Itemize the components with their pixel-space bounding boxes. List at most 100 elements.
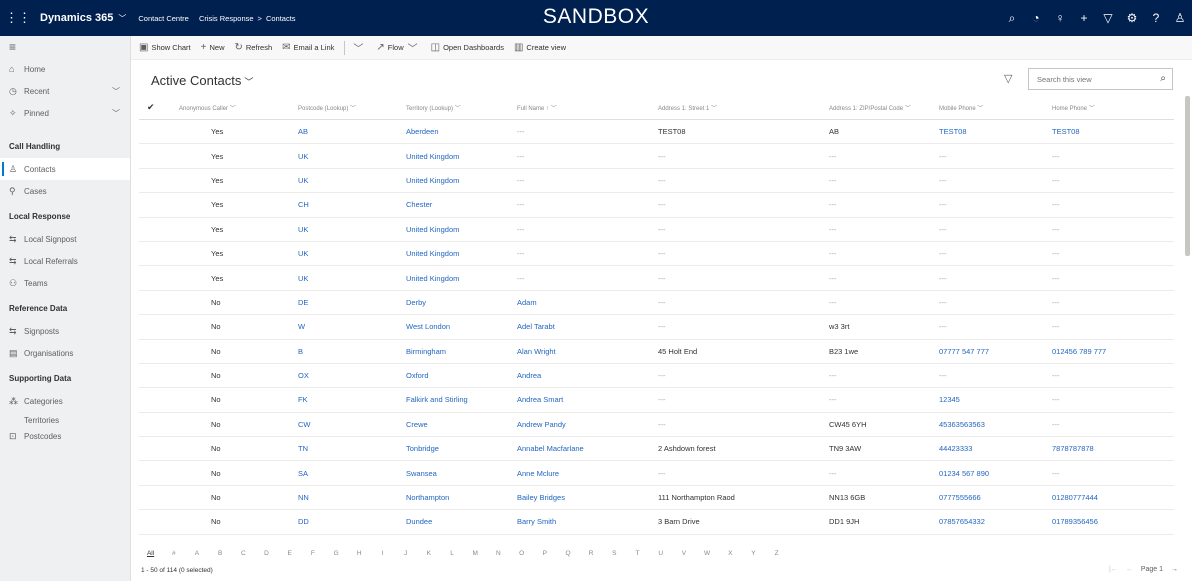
alphabet-letter[interactable]: T (626, 550, 649, 557)
alphabet-letter[interactable]: D (255, 550, 278, 557)
table-cell[interactable]: 012456 789 777 (1048, 347, 1174, 356)
search-icon[interactable]: ⌕ (1000, 11, 1024, 26)
table-row[interactable]: No OX Oxford Andrea --- --- --- --- (139, 364, 1174, 389)
table-cell[interactable]: CH (294, 200, 402, 209)
table-row[interactable]: No W West London Adel Tarabt --- w3 3rt --- --- (139, 315, 1174, 340)
alphabet-letter[interactable]: O (510, 550, 533, 557)
table-row[interactable]: Yes UK United Kingdom --- --- --- --- --- (139, 169, 1174, 194)
table-cell[interactable]: United Kingdom (402, 249, 513, 258)
alphabet-letter[interactable]: U (649, 550, 672, 557)
alphabet-letter[interactable]: W (696, 550, 719, 557)
table-cell[interactable]: 44423333 (935, 444, 1048, 453)
view-selector[interactable]: Active Contacts ﹀ (151, 73, 253, 88)
table-row[interactable]: Yes UK United Kingdom --- --- --- --- --- (139, 266, 1174, 291)
table-cell[interactable]: Adam (513, 298, 654, 307)
alphabet-letter[interactable]: S (603, 550, 626, 557)
alphabet-letter[interactable]: B (209, 550, 232, 557)
table-cell[interactable]: United Kingdom (402, 274, 513, 283)
table-cell[interactable]: Aberdeen (402, 127, 513, 136)
table-cell[interactable]: TN (294, 444, 402, 453)
more-email-chevron[interactable]: ﹀ (353, 40, 366, 55)
sidebar-item-contacts[interactable]: ♙ Contacts (0, 158, 130, 180)
alphabet-letter[interactable]: J (394, 550, 417, 557)
next-page-icon[interactable]: → (1171, 566, 1178, 573)
table-cell[interactable]: CW (294, 420, 402, 429)
table-cell[interactable]: Northampton (402, 493, 513, 502)
table-cell[interactable]: 12345 (935, 395, 1048, 404)
table-cell[interactable]: Dundee (402, 517, 513, 526)
app-launcher-icon[interactable]: ⋮⋮ (0, 0, 36, 36)
sidebar-item-cases[interactable]: ⚲ Cases (0, 180, 130, 202)
table-cell[interactable]: UK (294, 249, 402, 258)
table-cell[interactable]: Swansea (402, 469, 513, 478)
sidebar-item-home[interactable]: ⌂ Home (0, 58, 130, 80)
table-cell[interactable]: United Kingdom (402, 176, 513, 185)
table-cell[interactable]: Andrea Smart (513, 395, 654, 404)
filter-icon[interactable]: ▽ (1004, 72, 1012, 85)
sidebar-item-signposts[interactable]: ⇆ Signposts (0, 320, 130, 342)
sidebar-item-teams[interactable]: ⚇ Teams (0, 272, 130, 294)
table-cell[interactable]: United Kingdom (402, 152, 513, 161)
table-cell[interactable]: Bailey Bridges (513, 493, 654, 502)
table-cell[interactable]: United Kingdom (402, 225, 513, 234)
alphabet-letter[interactable]: M (464, 550, 487, 557)
open-dashboards-button[interactable]: ◫ Open Dashboards (431, 42, 504, 53)
table-cell[interactable]: TEST08 (935, 127, 1048, 136)
table-cell[interactable]: Alan Wright (513, 347, 654, 356)
table-row[interactable]: Yes AB Aberdeen --- TEST08 AB TEST08 TEST08 (139, 120, 1174, 145)
email-link-button[interactable]: ✉ Email a Link (282, 42, 334, 53)
vertical-scrollbar[interactable] (1185, 96, 1190, 256)
table-cell[interactable]: Anne Mclure (513, 469, 654, 478)
table-row[interactable]: No TN Tonbridge Annabel Macfarlane 2 Ashdown… (139, 437, 1174, 462)
table-cell[interactable]: Andrew Pandy (513, 420, 654, 429)
alphabet-letter[interactable]: All (139, 550, 162, 557)
show-chart-button[interactable]: ▣ Show Chart (139, 42, 191, 53)
search-box[interactable]: ⌕ (1028, 68, 1173, 90)
table-cell[interactable]: 0777555666 (935, 493, 1048, 502)
chevron-down-icon[interactable]: ﹀ (112, 86, 120, 97)
table-cell[interactable]: 07857654332 (935, 517, 1048, 526)
table-cell[interactable]: B (294, 347, 402, 356)
create-view-button[interactable]: ▥ Create view (514, 42, 566, 53)
breadcrumb-area[interactable]: Crisis Response (199, 14, 254, 23)
table-cell[interactable]: UK (294, 176, 402, 185)
column-header[interactable]: Address 1: Street 1 ﹀ (654, 103, 825, 112)
sidebar-item-local-signpost[interactable]: ⇆ Local Signpost (0, 228, 130, 250)
column-header[interactable]: Territory (Lookup) ﹀ (402, 103, 513, 112)
table-row[interactable]: No B Birmingham Alan Wright 45 Holt End B23 1… (139, 340, 1174, 364)
filter-icon[interactable]: ▽ (1096, 11, 1120, 25)
refresh-button[interactable]: ↻ Refresh (235, 42, 273, 53)
chevron-down-icon[interactable]: ﹀ (112, 108, 120, 119)
table-cell[interactable]: DE (294, 298, 402, 307)
column-header[interactable]: Home Phone ﹀ (1048, 103, 1174, 112)
flow-button[interactable]: ↗ Flow ﹀ (376, 40, 420, 55)
help-icon[interactable]: ? (1144, 11, 1168, 25)
table-row[interactable]: No CW Crewe Andrew Pandy --- CW45 6YH 45363563… (139, 413, 1174, 438)
table-cell[interactable]: UK (294, 152, 402, 161)
table-row[interactable]: Yes CH Chester --- --- --- --- --- (139, 193, 1174, 218)
table-cell[interactable]: Falkirk and Stirling (402, 395, 513, 404)
table-row[interactable]: Yes UK United Kingdom --- --- --- --- --- (139, 218, 1174, 242)
hamburger-menu-icon[interactable]: ≡ (0, 36, 130, 58)
alphabet-letter[interactable]: F (301, 550, 324, 557)
sidebar-item-local-referrals[interactable]: ⇆ Local Referrals (0, 250, 130, 272)
app-name[interactable]: Dynamics 365 (40, 12, 113, 24)
column-header[interactable]: Postcode (Lookup) ﹀ (294, 103, 402, 112)
search-icon[interactable]: ⌕ (1160, 73, 1166, 84)
alphabet-letter[interactable]: A (185, 550, 208, 557)
alphabet-letter[interactable]: G (325, 550, 348, 557)
alphabet-letter[interactable]: I (371, 550, 394, 557)
breadcrumb-app[interactable]: Contact Centre (138, 14, 188, 23)
settings-icon[interactable]: ⚙ (1120, 11, 1144, 25)
table-cell[interactable]: Tonbridge (402, 444, 513, 453)
alphabet-letter[interactable]: V (672, 550, 695, 557)
table-cell[interactable]: Oxford (402, 371, 513, 380)
alphabet-letter[interactable]: R (580, 550, 603, 557)
table-cell[interactable]: Birmingham (402, 347, 513, 356)
alphabet-letter[interactable]: # (162, 550, 185, 557)
table-cell[interactable]: OX (294, 371, 402, 380)
table-row[interactable]: Yes UK United Kingdom --- --- --- --- --- (139, 242, 1174, 267)
table-cell[interactable]: TEST08 (1048, 127, 1174, 136)
column-header[interactable]: Address 1: ZIP/Postal Code ﹀ (825, 103, 935, 112)
alphabet-letter[interactable]: K (417, 550, 440, 557)
